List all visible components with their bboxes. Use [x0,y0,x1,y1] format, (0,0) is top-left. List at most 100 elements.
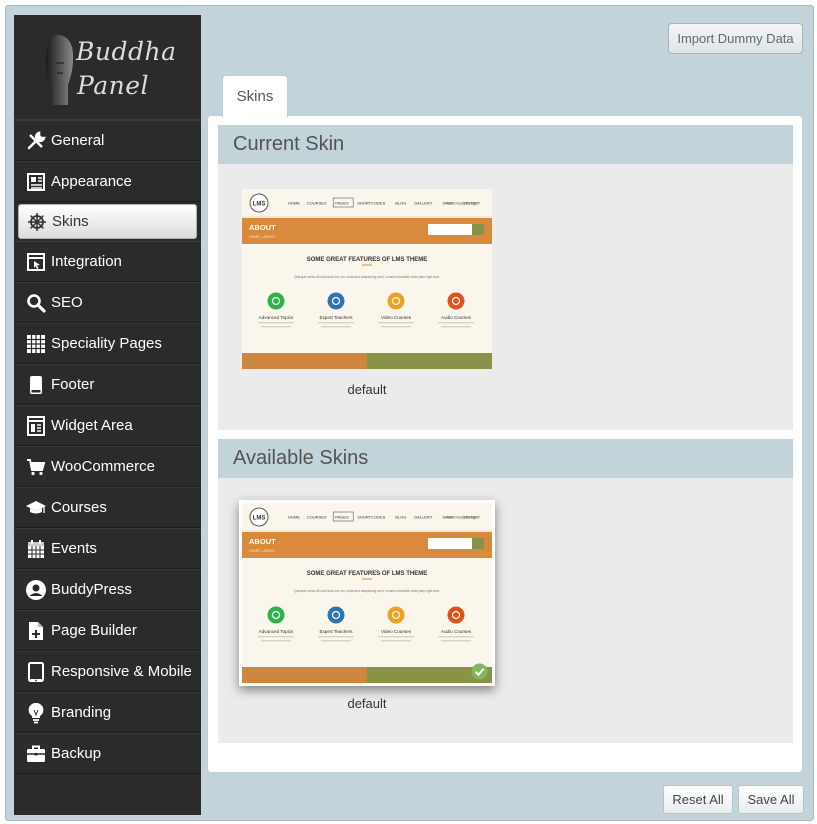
preview-banner-title: ABOUT [249,537,276,546]
preview-feature-label: Advanced Topics [259,629,294,634]
preview-feature-icon [387,292,405,310]
sidebar-nav: General Appearance Skins Integration SEO… [14,120,201,774]
preview-feature-label: Advanced Topics [259,315,294,320]
tab-skins[interactable]: Skins [222,75,288,117]
page-plus-icon [25,620,47,642]
logo-line-2: Panel [77,71,149,100]
preview-feature-text-line [318,322,354,324]
preview-menu-item: COURSES [307,515,327,520]
search-icon [25,292,47,314]
preview-subline: Quisque semu dil sodi solo net um, nuda … [294,589,440,593]
preview-feature-text-line [438,636,474,638]
sidebar-item-widget-area[interactable]: Widget Area [14,405,201,446]
preview-menu-item: SHORTCODES [357,515,385,520]
sidebar-item-buddypress[interactable]: BuddyPress [14,569,201,610]
available-skin-name: default [347,696,387,711]
buddha-head-icon [45,35,74,105]
preview-menu-item: HOME [288,515,300,520]
preview-search-button [472,224,484,235]
preview-feature-label: Audio Courses [441,315,472,320]
mobile-footer-icon [25,374,47,396]
preview-feature-text-line [441,326,471,328]
sidebar-item-label: SEO [51,294,83,311]
grid-icon [25,333,47,355]
sidebar-item-events[interactable]: Events [14,528,201,569]
sidebar-item-label: Events [51,540,97,557]
sidebar-item-backup[interactable]: Backup [14,733,201,774]
preview-feature-label: Expert Teachers [319,315,353,320]
reset-all-button[interactable]: Reset All [663,785,733,814]
logo-line-1: Buddha [76,37,177,66]
preview-feature-icon [267,292,285,310]
skin-preview-image: LMS HOME COURSES PAGES SHORTCODES BLOG GALLERY… [242,189,492,369]
sidebar-item-label: Speciality Pages [51,335,162,352]
preview-menu-item: BLOG [395,201,406,206]
sidebar-item-label: Integration [51,253,122,270]
sidebar-item-label: Branding [51,704,112,721]
sidebar-item-skins[interactable]: Skins [18,204,197,239]
preview-headline: SOME GREAT FEATURES OF LMS THEME [307,257,427,263]
preview-menu-item: COURSES [307,201,327,206]
sidebar-item-branding[interactable]: Branding [14,692,201,733]
sidebar-item-seo[interactable]: SEO [14,282,201,323]
preview-feature-label: Expert Teachers [319,629,353,634]
skin-preview-image: LMS HOME COURSES PAGES SHORTCODES BLOG GALLERY… [242,503,492,683]
preview-feature-text-line [261,326,291,328]
preview-feature-text-line [441,640,471,642]
preview-menu-item: PAGES [335,515,349,520]
preview-background [242,189,492,369]
sidebar-item-label: Skins [52,213,89,230]
preview-feature-icon [447,606,465,624]
preview-menu-item: BLOG [395,515,406,520]
preview-feature-text-line [261,640,291,642]
ship-wheel-icon [26,211,48,233]
preview-feature-icon [327,292,345,310]
save-all-button[interactable]: Save All [738,785,804,814]
preview-feature-label: Video Courses [381,629,412,634]
sidebar-item-integration[interactable]: Integration [14,241,201,282]
preview-breadcrumb: HOME > ABOUT [249,549,276,553]
preview-feature-text-line [378,322,414,324]
preview-feature-label: Audio Courses [441,629,472,634]
preview-breadcrumb: HOME > ABOUT [249,235,276,239]
preview-feature-icon [447,292,465,310]
preview-banner-title: ABOUT [249,223,276,232]
lightbulb-icon [25,702,47,724]
sidebar-item-label: Page Builder [51,622,137,639]
preview-logo-text: LMS [253,202,266,208]
current-skin-thumbnail[interactable]: LMS HOME COURSES PAGES SHORTCODES BLOG GALLERY… [242,189,492,369]
sidebar-item-woocommerce[interactable]: WooCommerce [14,446,201,487]
sidebar-item-label: WooCommerce [51,458,155,475]
preview-feature-text-line [318,636,354,638]
preview-menu-item: HOME [288,201,300,206]
preview-search-box [428,538,472,549]
preview-feature-text-line [321,640,351,642]
import-dummy-data-button[interactable]: Import Dummy Data [668,23,803,54]
calendar-icon [25,538,47,560]
selected-check-icon [471,663,488,680]
sidebar-item-footer[interactable]: Footer [14,364,201,405]
preview-footer-right [367,353,492,369]
sidebar-item-responsive-mobile[interactable]: Responsive & Mobile [14,651,201,692]
preview-feature-icon [327,606,345,624]
sidebar-item-page-builder[interactable]: Page Builder [14,610,201,651]
sidebar-item-label: Footer [51,376,95,393]
sidebar-item-label: BuddyPress [51,581,132,598]
available-skin-default[interactable]: LMS HOME COURSES PAGES SHORTCODES BLOG GALLERY… [239,500,495,686]
preview-feature-text-line [381,326,411,328]
preview-menu-item: GALLERY [414,201,433,206]
preview-footer-left [242,353,367,369]
preview-menu-item: GALLERY [414,515,433,520]
preview-logo-text: LMS [253,516,266,522]
sidebar-item-speciality-pages[interactable]: Speciality Pages [14,323,201,364]
widget-icon [25,415,47,437]
sidebar-item-courses[interactable]: Courses [14,487,201,528]
preview-search-button [472,538,484,549]
sidebar-item-appearance[interactable]: Appearance [14,161,201,202]
current-skin-name: default [347,382,387,397]
preview-feature-text-line [258,636,294,638]
preview-welcome-text: Welcome, let's login [446,202,478,206]
sidebar-item-general[interactable]: General [14,120,201,161]
current-skin-heading: Current Skin [218,125,793,164]
sidebar: Buddha Panel General Appearance Skins In… [14,15,201,815]
